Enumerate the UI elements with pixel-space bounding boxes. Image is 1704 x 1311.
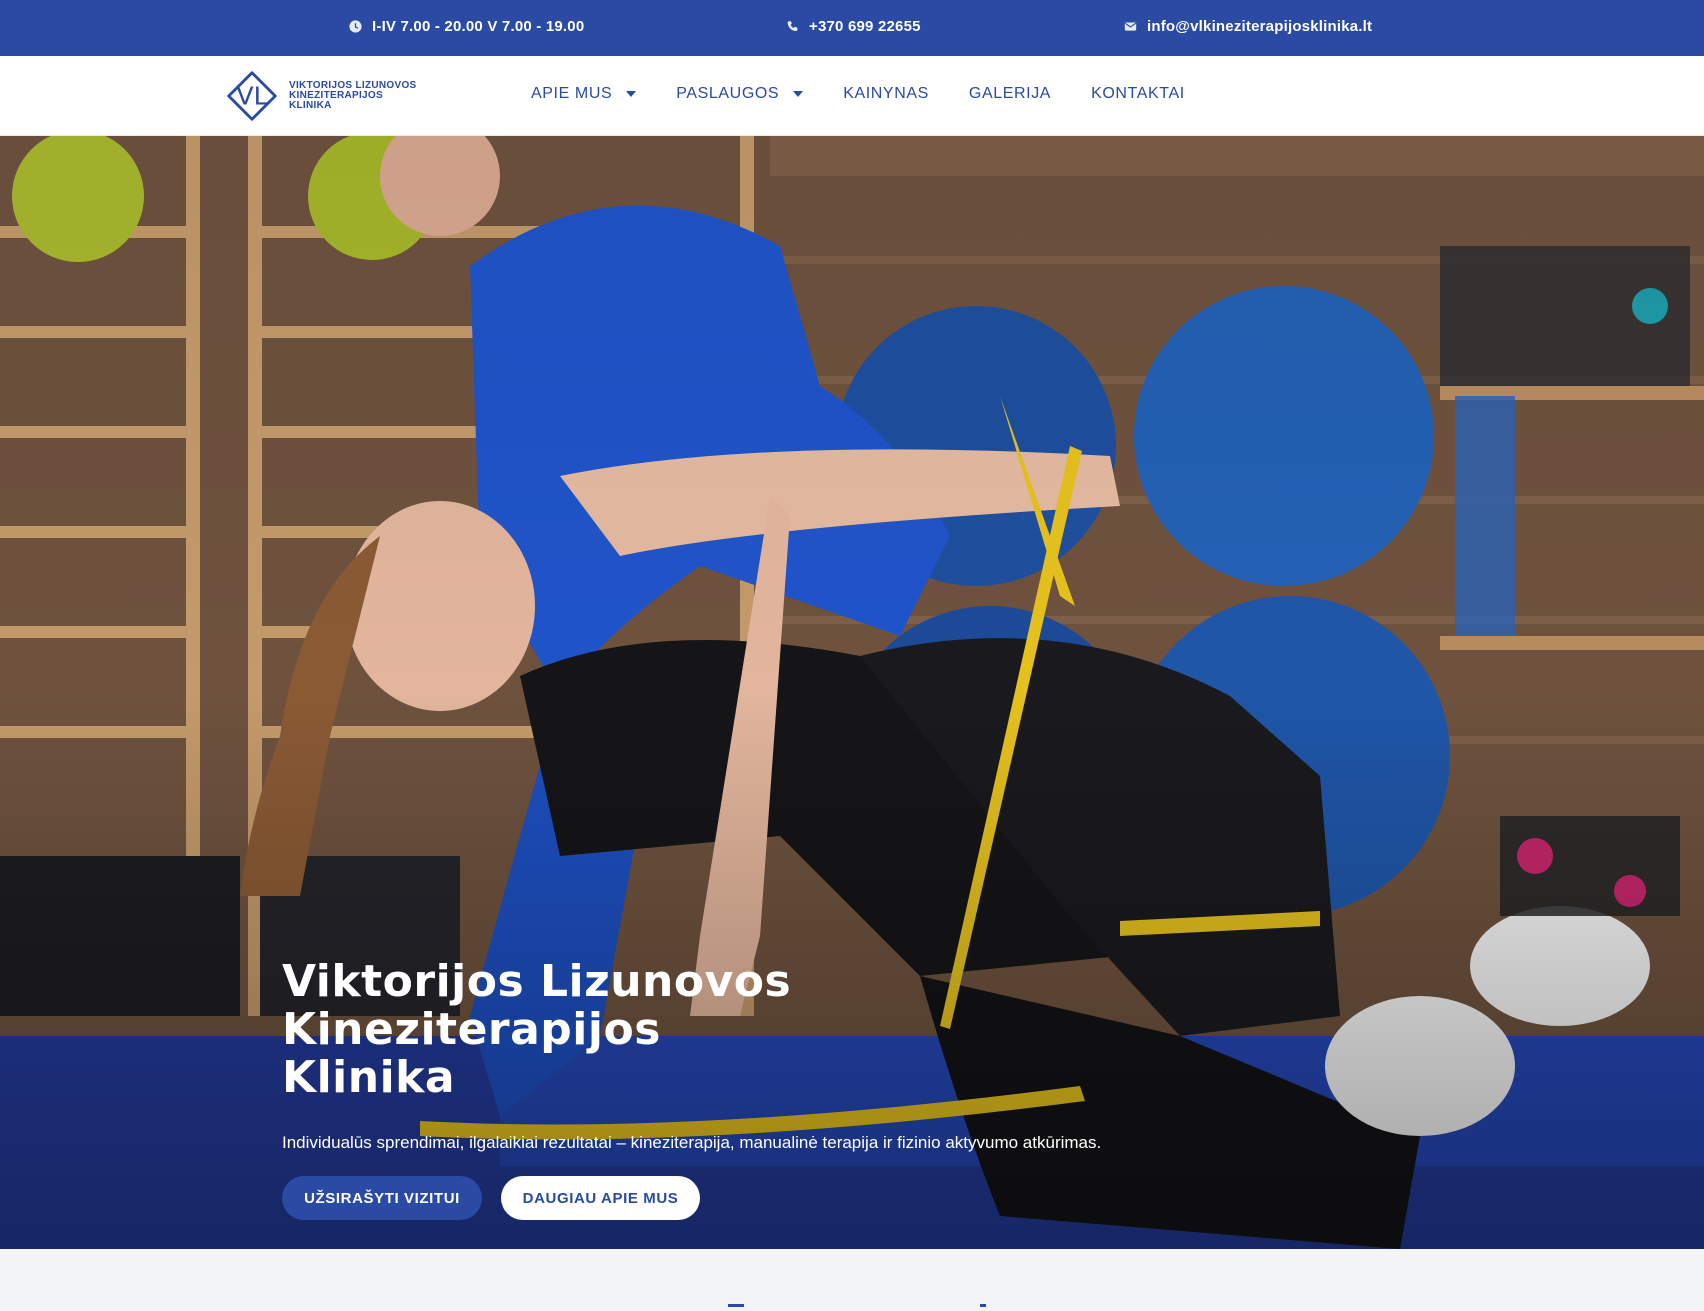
section-heading-fragment: [728, 1304, 988, 1308]
book-visit-button[interactable]: UŽSIRAŠYTI VIZITUI: [282, 1176, 482, 1220]
hero-title-line-2: Kineziterapijos: [282, 1004, 661, 1055]
nav-item-kontaktai[interactable]: KONTAKTAI: [1091, 85, 1185, 103]
chevron-down-icon[interactable]: [793, 91, 804, 97]
nav-label[interactable]: APIE MUS: [531, 85, 612, 103]
logo-text: VIKTORIJOS LIZUNOVOS KINEZITERAPIJOS KLI…: [289, 81, 417, 111]
email-text[interactable]: info@vlkineziterapijosklinika.lt: [1147, 18, 1372, 35]
hero-subtitle: Individualūs sprendimai, ilgalaikiai rez…: [282, 1133, 1102, 1152]
phone-icon: [787, 21, 798, 31]
nav-item-kainynas[interactable]: KAINYNAS: [843, 85, 929, 103]
nav-label[interactable]: KONTAKTAI: [1091, 85, 1185, 103]
chevron-down-icon[interactable]: [626, 91, 637, 97]
next-section: [0, 1249, 1704, 1311]
mail-icon: [1124, 22, 1137, 31]
nav-item-apie-mus[interactable]: APIE MUS: [531, 85, 637, 103]
hero-title-line-1: Viktorijos Lizunovos: [282, 956, 792, 1007]
site-logo[interactable]: VL VIKTORIJOS LIZUNOVOS KINEZITERAPIJOS …: [221, 64, 417, 128]
nav-label[interactable]: PASLAUGOS: [676, 85, 779, 103]
nav-label[interactable]: KAINYNAS: [843, 85, 929, 103]
logo-monogram: VL: [236, 82, 267, 111]
hero-title: Viktorijos Lizunovos Kineziterapijos Kli…: [282, 958, 842, 1102]
logo-mark-icon: VL: [227, 71, 277, 121]
hero-title-line-3: Klinika: [282, 1052, 456, 1103]
email-contact[interactable]: info@vlkineziterapijosklinika.lt: [1124, 18, 1372, 35]
site-header: VL VIKTORIJOS LIZUNOVOS KINEZITERAPIJOS …: [0, 56, 1704, 136]
nav-item-paslaugos[interactable]: PASLAUGOS: [676, 85, 804, 103]
nav-item-galerija[interactable]: GALERIJA: [969, 85, 1051, 103]
top-info-bar: I-IV 7.00 - 20.00 V 7.00 - 19.00 +370 69…: [0, 0, 1704, 56]
opening-hours: I-IV 7.00 - 20.00 V 7.00 - 19.00: [349, 18, 584, 35]
phone-text[interactable]: +370 699 22655: [809, 18, 921, 35]
phone-contact[interactable]: +370 699 22655: [786, 18, 921, 35]
main-navigation: APIE MUS PASLAUGOS KAINYNAS GALERIJA KON…: [531, 85, 1225, 103]
logo-line-3: KLINIKA: [289, 100, 332, 111]
hero-section: Viktorijos Lizunovos Kineziterapijos Kli…: [0, 136, 1704, 1249]
opening-hours-text: I-IV 7.00 - 20.00 V 7.00 - 19.00: [372, 18, 585, 35]
nav-label[interactable]: GALERIJA: [969, 85, 1051, 103]
hero-overlay: [0, 136, 1704, 1249]
clock-icon: [349, 20, 362, 33]
more-about-us-button[interactable]: DAUGIAU APIE MUS: [501, 1176, 700, 1220]
